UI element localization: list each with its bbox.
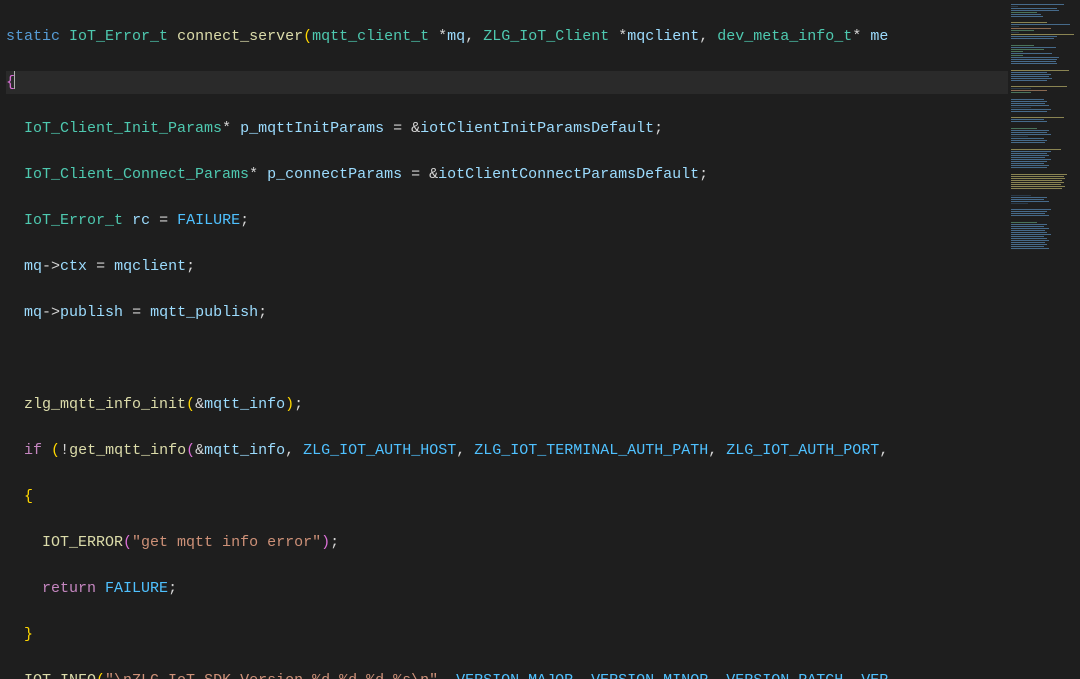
field: publish xyxy=(60,304,123,321)
code-line[interactable]: mq->ctx = mqclient; xyxy=(6,255,1008,278)
code-line[interactable]: zlg_mqtt_info_init(&mqtt_info); xyxy=(6,393,1008,416)
keyword-static: static xyxy=(6,28,60,45)
type: mqtt_client_t xyxy=(312,28,429,45)
macro-call: IOT_INFO xyxy=(24,672,96,679)
type: IoT_Error_t xyxy=(24,212,123,229)
field: ctx xyxy=(60,258,87,275)
constant: FAILURE xyxy=(177,212,240,229)
constant: ZLG_IOT_TERMINAL_AUTH_PATH xyxy=(474,442,708,459)
constant: ZLG_IOT_AUTH_HOST xyxy=(303,442,456,459)
identifier: rc xyxy=(132,212,150,229)
function-call: get_mqtt_info xyxy=(69,442,186,459)
function-call: zlg_mqtt_info_init xyxy=(24,396,186,413)
constant: ZLG_IOT_AUTH_PORT xyxy=(726,442,879,459)
identifier: mq xyxy=(24,258,42,275)
macro-call: IOT_ERROR xyxy=(42,534,123,551)
code-line[interactable]: mq->publish = mqtt_publish; xyxy=(6,301,1008,324)
code-line[interactable]: IoT_Client_Connect_Params* p_connectPara… xyxy=(6,163,1008,186)
constant: VERSION_MAJOR xyxy=(456,672,573,679)
string-literal: "\nZLG IoT SDK Version %d.%d.%d-%s\n" xyxy=(105,672,438,679)
identifier: mqclient xyxy=(114,258,186,275)
constant: VERSION_PATCH xyxy=(726,672,843,679)
function-name: connect_server xyxy=(177,28,303,45)
string-literal: "get mqtt info error" xyxy=(132,534,321,551)
code-editor[interactable]: static IoT_Error_t connect_server(mqtt_c… xyxy=(0,0,1008,679)
identifier: iotClientConnectParamsDefault xyxy=(438,166,699,183)
code-line[interactable]: IOT_ERROR("get mqtt info error"); xyxy=(6,531,1008,554)
code-line[interactable]: return FAILURE; xyxy=(6,577,1008,600)
identifier: mqtt_info xyxy=(204,442,285,459)
constant: VERSION_MINOR xyxy=(591,672,708,679)
identifier: p_mqttInitParams xyxy=(240,120,384,137)
type: IoT_Client_Init_Params xyxy=(24,120,222,137)
code-line[interactable]: IoT_Error_t rc = FAILURE; xyxy=(6,209,1008,232)
keyword-if: if xyxy=(24,442,42,459)
identifier: iotClientInitParamsDefault xyxy=(420,120,654,137)
identifier: mqtt_publish xyxy=(150,304,258,321)
keyword-return: return xyxy=(42,580,96,597)
code-line[interactable] xyxy=(6,347,1008,370)
identifier: mqtt_info xyxy=(204,396,285,413)
constant: VER xyxy=(861,672,888,679)
code-line[interactable]: { xyxy=(6,485,1008,508)
constant: FAILURE xyxy=(105,580,168,597)
identifier: mq xyxy=(24,304,42,321)
type: dev_meta_info_t xyxy=(717,28,852,45)
code-line[interactable]: static IoT_Error_t connect_server(mqtt_c… xyxy=(6,25,1008,48)
identifier: p_connectParams xyxy=(267,166,402,183)
param: me xyxy=(870,28,888,45)
param: mq xyxy=(447,28,465,45)
code-line[interactable]: IOT_INFO("\nZLG IoT SDK Version %d.%d.%d… xyxy=(6,669,1008,679)
code-line-active[interactable]: { xyxy=(6,71,1008,94)
minimap[interactable] xyxy=(1008,0,1080,679)
code-line[interactable]: IoT_Client_Init_Params* p_mqttInitParams… xyxy=(6,117,1008,140)
type: ZLG_IoT_Client xyxy=(483,28,609,45)
code-line[interactable]: } xyxy=(6,623,1008,646)
text-cursor xyxy=(14,71,15,89)
param: mqclient xyxy=(627,28,699,45)
type: IoT_Client_Connect_Params xyxy=(24,166,249,183)
type: IoT_Error_t xyxy=(69,28,168,45)
code-line[interactable]: if (!get_mqtt_info(&mqtt_info, ZLG_IOT_A… xyxy=(6,439,1008,462)
